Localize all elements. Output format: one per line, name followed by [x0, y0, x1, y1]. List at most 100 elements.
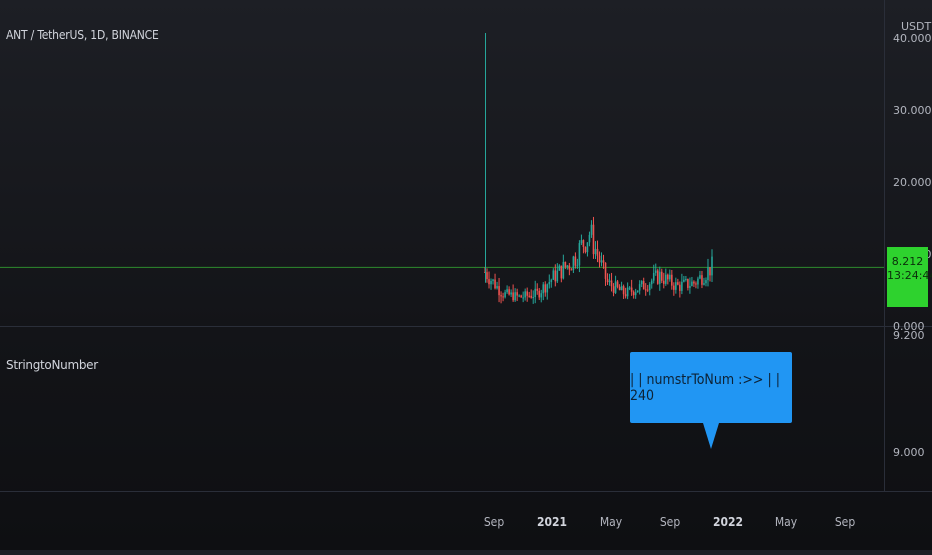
candle-body: [634, 292, 637, 296]
candle-body: [536, 288, 539, 291]
candle-body: [586, 242, 589, 253]
candle-body: [574, 256, 577, 266]
symbol-title[interactable]: ANT / TetherUS, 1D, BINANCE: [6, 28, 159, 42]
candle-body: [598, 255, 601, 263]
candle-body: [695, 283, 697, 285]
candle-body: [516, 292, 518, 296]
candle-body: [691, 281, 693, 287]
candle-body: [568, 265, 571, 270]
candle-body: [681, 281, 683, 291]
indicator-label-pointer: [703, 423, 719, 449]
candle-body: [530, 295, 533, 298]
indicator-tick-label: 9.200: [893, 329, 925, 342]
price-tick-label: 20.000: [893, 176, 932, 189]
candle-body: [564, 261, 567, 268]
candle-body: [578, 243, 581, 266]
candle-body: [570, 269, 573, 271]
chart-canvas[interactable]: 40.00030.00020.00010.0000.0009.2009.000S…: [0, 0, 932, 550]
price-tick-label: 30.000: [893, 104, 932, 117]
candle-body: [616, 281, 619, 287]
candle-body: [650, 280, 653, 285]
candle-body: [675, 282, 677, 290]
candle-body: [538, 290, 541, 298]
candle-body: [656, 270, 659, 284]
chart-area[interactable]: 40.00030.00020.00010.0000.0009.2009.000S…: [0, 0, 932, 550]
candle-body: [532, 296, 535, 298]
candle-body: [701, 275, 703, 285]
candle-body: [705, 280, 707, 284]
candle-body: [490, 280, 492, 285]
candle-body: [614, 281, 617, 293]
candle-body: [677, 282, 679, 285]
candle-body: [652, 272, 655, 281]
candle-body: [540, 293, 543, 298]
time-tick-label: 2022: [713, 515, 743, 529]
candle-body: [662, 280, 665, 284]
candle-body: [624, 294, 627, 297]
candle-body: [622, 286, 625, 295]
candle-body: [689, 286, 691, 288]
candle-body: [576, 265, 579, 267]
last-price-value: 8.212: [891, 255, 924, 268]
time-tick-label: May: [600, 515, 623, 529]
candle-body: [608, 280, 611, 283]
time-tick-label: 2021: [537, 515, 567, 529]
candle-body: [628, 287, 631, 289]
candle-body: [646, 289, 649, 291]
candle-body: [486, 272, 488, 280]
candle-body: [508, 289, 510, 295]
candle-body: [510, 292, 512, 295]
candle-body: [488, 279, 490, 285]
candle-body: [693, 281, 695, 284]
candle-body: [612, 286, 615, 293]
indicator-name[interactable]: StringtoNumber: [6, 358, 98, 372]
candle-body: [560, 265, 563, 279]
candle-body: [667, 274, 669, 280]
candle-body: [534, 288, 537, 297]
candle-body: [524, 291, 526, 298]
candle-body: [546, 284, 549, 293]
candle-body: [520, 295, 522, 298]
candle-body: [544, 284, 547, 293]
candle-body: [604, 262, 607, 279]
candle-body: [642, 281, 645, 290]
candle-body: [697, 278, 699, 285]
candle-body: [644, 289, 647, 291]
candle-body: [600, 260, 603, 263]
price-tick-label: 40.000: [893, 32, 932, 45]
candle-body: [618, 286, 621, 291]
candle-body: [572, 256, 575, 271]
candle-body: [590, 224, 593, 235]
candle-body: [654, 270, 657, 273]
candle-body: [514, 292, 516, 301]
candle-body: [660, 271, 663, 281]
candle-body: [602, 260, 605, 263]
candle-body: [588, 234, 591, 243]
candle-body: [500, 295, 502, 297]
candle-body: [550, 279, 553, 283]
candle-body: [584, 246, 587, 253]
candle-body: [498, 286, 500, 296]
candle-body: [610, 280, 613, 287]
candle-body: [542, 284, 545, 294]
candle-body: [580, 240, 583, 244]
candle-body: [522, 297, 524, 299]
currency-label[interactable]: USDT: [901, 20, 931, 33]
candle-body: [492, 279, 494, 281]
candle-body: [562, 261, 565, 279]
candle-body: [556, 270, 559, 282]
candle-body: [685, 278, 687, 280]
candle-body: [494, 279, 496, 289]
candle-body: [687, 278, 689, 288]
candle-body: [638, 284, 641, 291]
candle-body: [526, 291, 528, 296]
time-tick-label: Sep: [484, 515, 505, 529]
candle-body: [554, 270, 557, 282]
candle-body: [548, 282, 551, 285]
indicator-label-text: | | numstrToNum :>> | | 240: [630, 371, 780, 404]
candle-body: [566, 265, 569, 268]
candle-body: [669, 274, 671, 280]
candle-body: [709, 267, 711, 276]
last-price-tag: 8.212 13:24:44: [887, 247, 932, 307]
candle-body: [552, 270, 555, 280]
